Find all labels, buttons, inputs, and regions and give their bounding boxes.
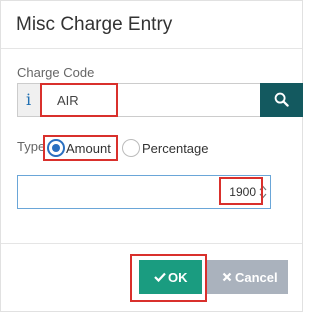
close-icon (222, 272, 232, 282)
charge-code-label: Charge Code (17, 65, 95, 80)
search-icon (274, 92, 289, 107)
misc-charge-dialog: Misc Charge Entry Charge Code i AIR Type… (0, 0, 303, 312)
info-icon: i (26, 90, 32, 109)
percentage-radio-label[interactable]: Percentage (142, 141, 209, 156)
cancel-button-label: Cancel (235, 270, 278, 285)
highlight-amount-option (43, 135, 118, 161)
percentage-radio[interactable] (122, 139, 140, 157)
footer-divider (1, 243, 302, 244)
search-button[interactable] (260, 83, 303, 117)
type-label: Type (17, 139, 46, 154)
highlight-amount-value (219, 177, 263, 205)
highlight-charge-code (40, 83, 118, 117)
highlight-ok-button (130, 254, 207, 302)
info-addon: i (17, 83, 41, 117)
dialog-title: Misc Charge Entry (16, 14, 173, 35)
dialog-header: Misc Charge Entry (1, 1, 302, 49)
cancel-button[interactable]: Cancel (207, 260, 288, 294)
